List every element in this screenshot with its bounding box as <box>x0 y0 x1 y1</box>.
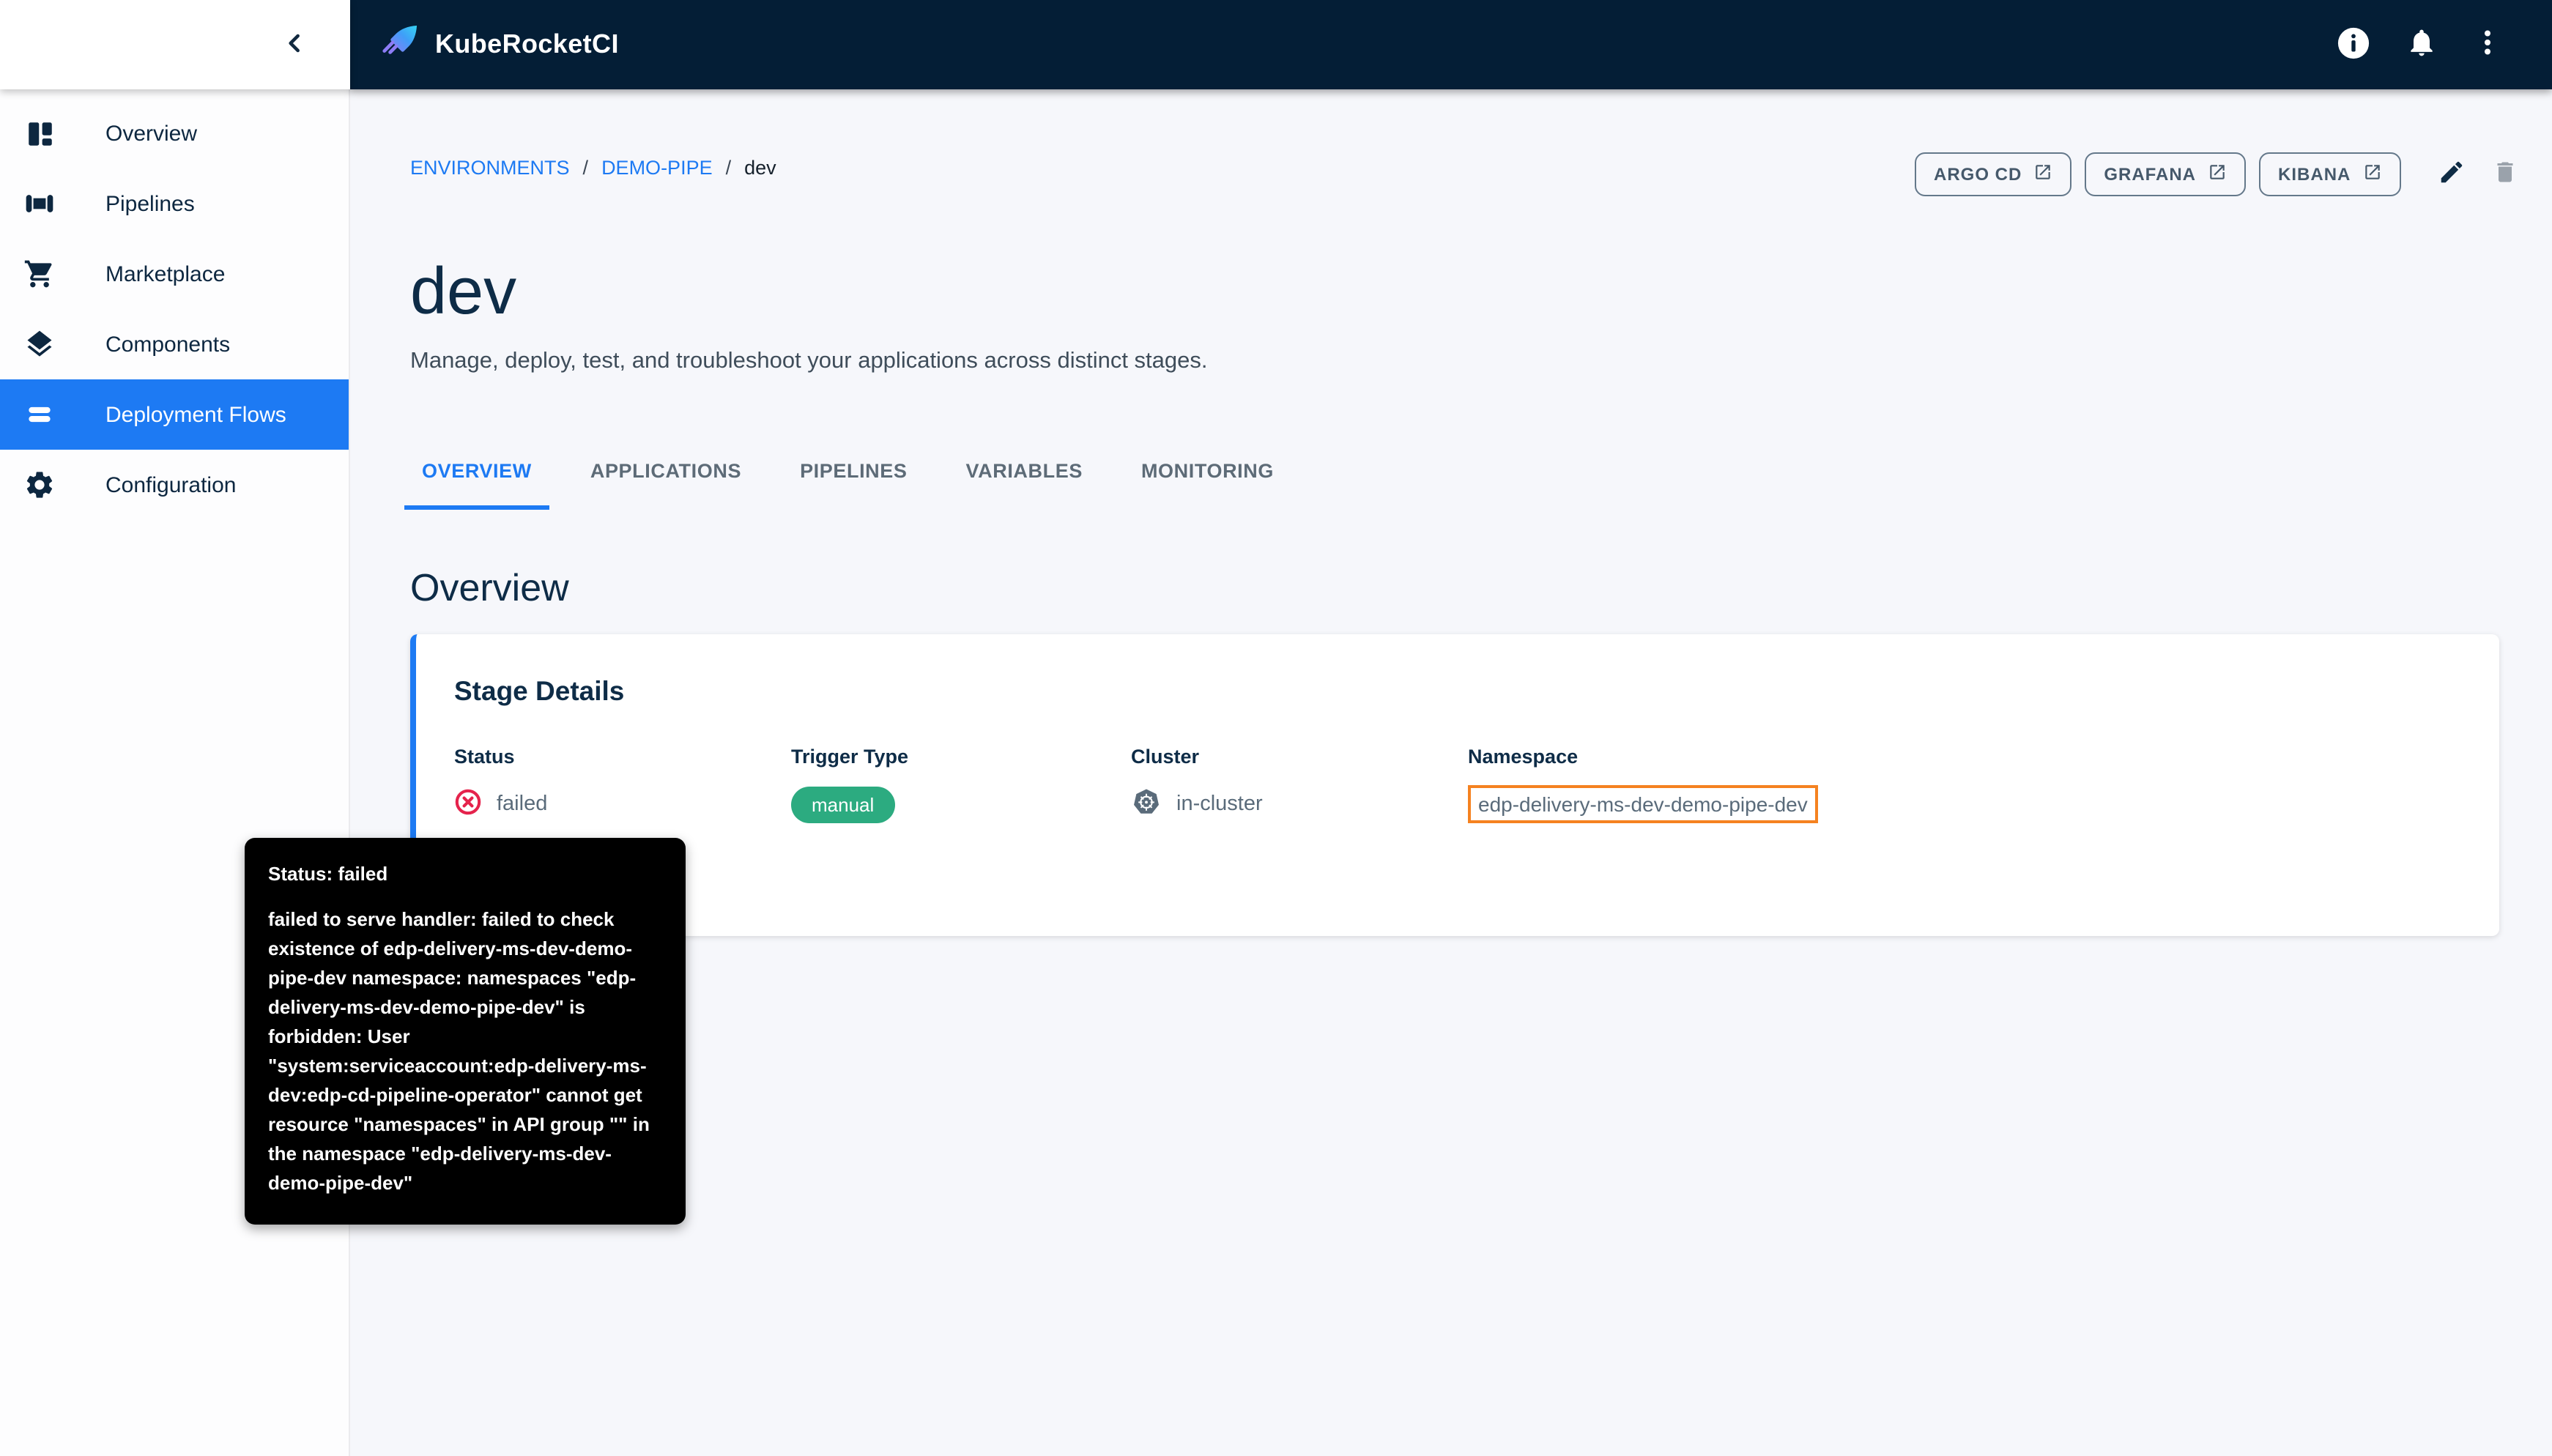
sidebar-item-label: Pipelines <box>105 191 195 216</box>
sidebar-item-marketplace[interactable]: Marketplace <box>0 239 349 309</box>
sidebar-item-label: Marketplace <box>105 261 226 286</box>
grafana-label: GRAFANA <box>2104 164 2197 185</box>
trash-icon <box>2491 158 2518 190</box>
cluster-label: Cluster <box>1131 746 1200 768</box>
app-window: KubeRocketCI Overview Pipelines Marketpl… <box>0 0 2552 1456</box>
external-link-icon <box>2208 163 2227 186</box>
external-link-icon <box>2362 163 2381 186</box>
cart-icon <box>23 258 56 290</box>
pipelines-icon <box>23 187 56 220</box>
breadcrumb-separator: / <box>582 157 589 179</box>
breadcrumb-demo-pipe-link[interactable]: DEMO-PIPE <box>601 157 713 179</box>
argo-cd-button[interactable]: ARGO CD <box>1915 152 2072 196</box>
stage-details-fields: Status failed Trigger Type manual Cluste… <box>454 746 2455 825</box>
deployment-flows-icon <box>23 398 56 431</box>
tabs: OVERVIEW APPLICATIONS PIPELINES VARIABLE… <box>393 447 1303 510</box>
tooltip-title: Status: failed <box>268 863 388 885</box>
tooltip-body: failed to serve handler: failed to check… <box>268 908 650 1195</box>
namespace-value: edp-delivery-ms-dev-demo-pipe-dev <box>1468 785 1818 823</box>
status-field: Status failed <box>454 746 791 825</box>
sidebar-item-overview[interactable]: Overview <box>0 98 349 168</box>
tab-monitoring[interactable]: MONITORING <box>1124 447 1291 510</box>
tab-variables[interactable]: VARIABLES <box>949 447 1100 510</box>
sidebar-item-components[interactable]: Components <box>0 309 349 379</box>
sidebar-item-label: Components <box>105 332 231 357</box>
dashboard-icon <box>23 117 56 149</box>
header-action-buttons: ARGO CD GRAFANA KIBANA <box>1915 152 2518 196</box>
cluster-text: in-cluster <box>1176 792 1263 816</box>
page-description: Manage, deploy, test, and troubleshoot y… <box>410 348 1208 373</box>
sidebar: Overview Pipelines Marketplace Component… <box>0 89 350 1456</box>
rocket-logo-icon <box>381 21 420 68</box>
status-value[interactable]: failed <box>454 784 791 825</box>
tab-overview[interactable]: OVERVIEW <box>404 447 549 510</box>
overflow-menu-button[interactable] <box>2473 26 2502 63</box>
page-title: dev <box>410 253 517 329</box>
status-tooltip: Status: failed failed to serve handler: … <box>245 838 686 1225</box>
breadcrumb: ENVIRONMENTS / DEMO-PIPE / dev <box>410 157 776 179</box>
argo-cd-label: ARGO CD <box>1934 164 2022 185</box>
kubernetes-icon <box>1131 786 1162 822</box>
trigger-type-label: Trigger Type <box>791 746 909 768</box>
layers-icon <box>23 328 56 360</box>
status-label: Status <box>454 746 515 768</box>
sidebar-item-deployment-flows[interactable]: Deployment Flows <box>0 379 349 450</box>
info-button[interactable] <box>2337 26 2370 64</box>
failed-circle-icon <box>454 787 482 821</box>
top-app-bar: KubeRocketCI <box>350 0 2552 89</box>
grafana-button[interactable]: GRAFANA <box>2085 152 2247 196</box>
delete-stage-button[interactable] <box>2491 158 2518 190</box>
breadcrumb-current: dev <box>744 157 776 179</box>
namespace-label: Namespace <box>1468 746 1579 768</box>
status-text: failed <box>497 792 548 816</box>
sidebar-collapse-button[interactable] <box>277 25 312 64</box>
trigger-type-chip: manual <box>791 786 895 822</box>
main-content: ENVIRONMENTS / DEMO-PIPE / dev ARGO CD G… <box>350 89 2552 1456</box>
namespace-field: Namespace edp-delivery-ms-dev-demo-pipe-… <box>1468 746 2455 825</box>
gear-icon <box>23 469 56 501</box>
stage-details-card: Stage Details Status failed Trigger Type… <box>410 634 2499 936</box>
sidebar-header <box>0 0 350 89</box>
tab-applications[interactable]: APPLICATIONS <box>573 447 759 510</box>
chevron-left-icon <box>283 33 306 59</box>
sidebar-item-label: Deployment Flows <box>105 402 286 427</box>
kibana-label: KIBANA <box>2278 164 2351 185</box>
pencil-icon <box>2437 158 2465 190</box>
notifications-button[interactable] <box>2406 26 2438 63</box>
breadcrumb-environments-link[interactable]: ENVIRONMENTS <box>410 157 570 179</box>
sidebar-item-pipelines[interactable]: Pipelines <box>0 168 349 239</box>
cluster-field: Cluster in-cluster <box>1131 746 1468 825</box>
info-icon <box>2337 26 2370 64</box>
sidebar-item-label: Configuration <box>105 472 237 497</box>
edit-stage-button[interactable] <box>2437 158 2465 190</box>
bell-icon <box>2406 26 2438 63</box>
external-link-icon <box>2033 163 2052 186</box>
trigger-type-field: Trigger Type manual <box>791 746 1131 825</box>
stage-details-title: Stage Details <box>454 675 625 706</box>
topbar-actions <box>2337 26 2502 64</box>
tab-pipelines[interactable]: PIPELINES <box>782 447 924 510</box>
brand: KubeRocketCI <box>381 21 619 68</box>
section-heading: Overview <box>410 565 569 609</box>
sidebar-item-label: Overview <box>105 121 198 146</box>
kibana-button[interactable]: KIBANA <box>2259 152 2401 196</box>
sidebar-item-configuration[interactable]: Configuration <box>0 450 349 520</box>
app-title: KubeRocketCI <box>435 29 619 59</box>
kebab-menu-icon <box>2473 26 2502 63</box>
breadcrumb-separator: / <box>725 157 732 179</box>
